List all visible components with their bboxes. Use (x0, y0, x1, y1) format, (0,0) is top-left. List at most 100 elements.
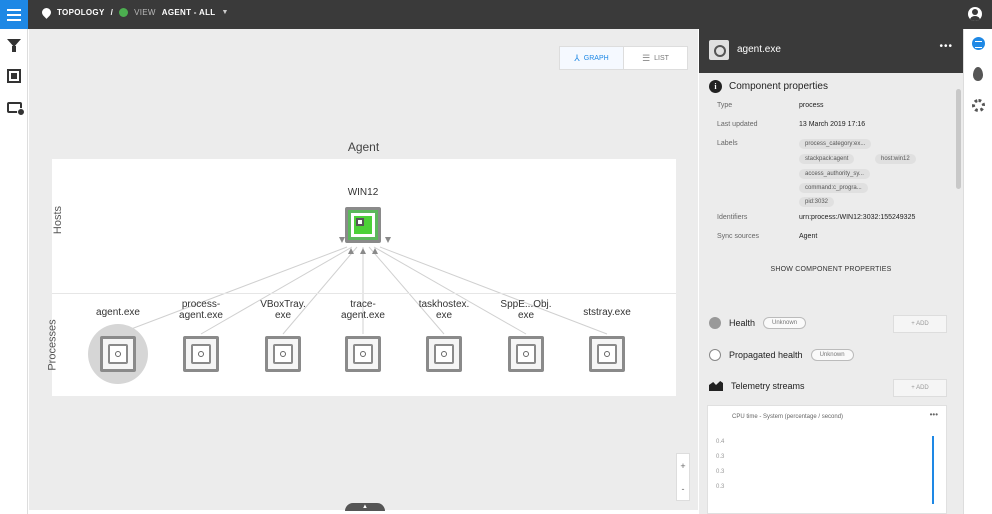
prop-key-type: Type (717, 102, 733, 109)
health-status-icon (709, 317, 721, 329)
breadcrumb-separator: / (110, 8, 114, 17)
flame-icon[interactable] (973, 67, 983, 81)
process-icon (360, 351, 366, 357)
edge-arrow (385, 237, 391, 243)
row-label-processes: Processes (46, 319, 59, 371)
telemetry-row: Telemetry streams (709, 381, 805, 391)
prop-key-sync: Sync sources (717, 233, 760, 240)
info-icon: i (709, 80, 722, 93)
host-node-win12[interactable] (345, 207, 381, 243)
process-icon (280, 351, 286, 357)
label-chip: stackpack:agent (799, 154, 855, 164)
chart-y-tick: 0.3 (716, 454, 725, 460)
view-prefix: VIEW (134, 8, 156, 17)
chart-series-line (932, 436, 934, 504)
panel-scrollbar[interactable] (956, 89, 961, 189)
label-chip: access_authority_sy... (799, 169, 870, 179)
process-node-sppe-obj[interactable] (508, 336, 544, 372)
breadcrumb-topology[interactable]: TOPOLOGY (57, 8, 105, 17)
process-node-label: VBoxTray. exe (260, 299, 306, 321)
graph-toggle-button[interactable]: ⅄ GRAPH (560, 47, 624, 69)
component-details-panel: agent.exe ••• i Component properties Typ… (699, 29, 963, 514)
breadcrumb: TOPOLOGY / VIEW AGENT - ALL ▼ (40, 6, 229, 19)
view-name[interactable]: AGENT - ALL (162, 8, 216, 17)
process-node-label: taskhostex. exe (418, 299, 470, 321)
process-icon (115, 351, 121, 357)
zoom-controls: + - (676, 453, 690, 501)
add-health-button[interactable]: + ADD (893, 315, 947, 333)
graph-icon: ⅄ (574, 52, 580, 63)
location-pin-icon (40, 6, 53, 19)
row-divider (52, 293, 676, 294)
panel-title: agent.exe (737, 44, 781, 55)
gear-icon[interactable] (972, 99, 985, 112)
right-toolbar (963, 29, 992, 514)
edge-arrow (360, 248, 366, 254)
filter-icon-stem (12, 46, 16, 52)
list-toggle-button[interactable]: ☰ LIST (624, 47, 687, 69)
graph-toggle-label: GRAPH (583, 54, 609, 62)
prop-val-type: process (799, 102, 824, 109)
process-node-label: process-agent.exe (179, 299, 223, 321)
telemetry-label: Telemetry streams (731, 381, 805, 391)
host-icon (356, 218, 364, 226)
health-status-badge: Unknown (763, 317, 807, 329)
stop-square-icon[interactable] (7, 69, 21, 83)
label-chip: host:win12 (875, 154, 916, 164)
topology-canvas[interactable]: ⅄ GRAPH ☰ LIST Agent Hosts Processes WIN… (29, 29, 698, 511)
show-component-properties-button[interactable]: SHOW COMPONENT PROPERTIES (699, 266, 963, 273)
more-options-icon[interactable]: ••• (939, 41, 953, 52)
chevron-down-icon[interactable]: ▼ (221, 9, 228, 16)
prop-val-identifiers: urn:process:/WIN12:3032:155249325 (799, 214, 916, 221)
telemetry-chart-card[interactable]: CPU time - System (percentage / second) … (707, 405, 947, 514)
process-node-label: trace-agent.exe (341, 299, 385, 321)
health-label: Health (729, 318, 756, 328)
propagated-health-row: Propagated health Unknown (709, 349, 854, 361)
process-node-vboxtray[interactable] (265, 336, 301, 372)
propagated-health-label: Propagated health (729, 350, 803, 360)
prop-val-updated: 13 March 2019 17:16 (799, 121, 866, 128)
telemetry-chart-icon (709, 381, 723, 391)
list-icon: ☰ (642, 52, 651, 63)
row-label-hosts: Hosts (52, 205, 65, 235)
prop-key-labels: Labels (717, 140, 738, 147)
bottom-drawer-handle[interactable]: ▲ (345, 503, 385, 511)
process-node-agent-exe[interactable] (100, 336, 136, 372)
add-telemetry-button[interactable]: + ADD (893, 379, 947, 397)
panel-header: agent.exe ••• (699, 29, 963, 73)
chart-y-tick: 0.3 (716, 469, 725, 475)
chart-y-tick: 0.3 (716, 484, 725, 490)
process-icon (198, 351, 204, 357)
process-node-process-agent[interactable] (183, 336, 219, 372)
process-node-ststray[interactable] (589, 336, 625, 372)
process-node-trace-agent[interactable] (345, 336, 381, 372)
process-icon (523, 351, 529, 357)
section-title: Component properties (729, 81, 828, 92)
layers-icon[interactable] (972, 37, 985, 50)
process-icon (604, 351, 610, 357)
process-node-label: ststray.exe (583, 307, 631, 318)
hamburger-menu-icon[interactable] (0, 0, 28, 29)
prop-key-identifiers: Identifiers (717, 214, 748, 221)
zoom-in-button[interactable]: + (680, 461, 685, 471)
health-row: Health Unknown (709, 317, 807, 329)
label-chip: process_category:ex... (799, 139, 872, 149)
component-properties-heading: i Component properties (709, 80, 828, 93)
user-account-icon[interactable] (968, 7, 982, 21)
prop-val-sync: Agent (799, 233, 818, 240)
label-chip: pid:3032 (799, 197, 835, 207)
view-status-dot (119, 8, 129, 17)
list-toggle-label: LIST (654, 54, 669, 62)
chart-y-tick: 0.4 (716, 439, 725, 445)
process-node-label: SppE...Obj. exe (500, 299, 552, 321)
chart-more-icon[interactable]: ••• (930, 410, 938, 419)
graph-area: Hosts Processes WIN12 agent.exe process-… (47, 159, 676, 396)
process-node-taskhostex[interactable] (426, 336, 462, 372)
left-toolbar (0, 29, 28, 514)
monitor-settings-icon[interactable] (7, 102, 25, 116)
chart-title: CPU time - System (percentage / second) (732, 414, 844, 420)
propagated-health-badge: Unknown (810, 349, 854, 361)
layer-title: Agent (347, 140, 380, 154)
zoom-out-button[interactable]: - (682, 484, 685, 494)
process-node-label: agent.exe (96, 307, 140, 318)
